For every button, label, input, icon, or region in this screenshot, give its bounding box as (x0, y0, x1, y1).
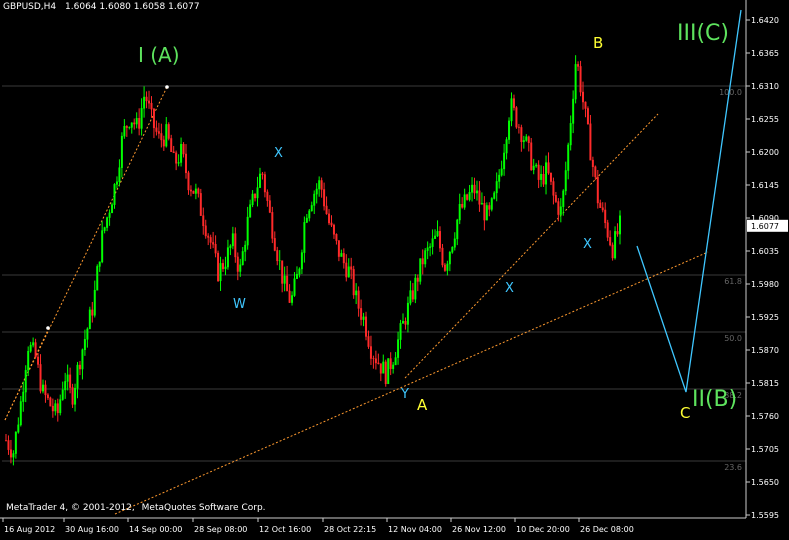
current-price-label: 1.6077 (751, 222, 779, 231)
wave-label: X (583, 237, 592, 252)
time-tick-label: 26 Nov 12:00 (452, 525, 506, 534)
copyright-prefix: MetaTrader 4, © 2001-2012, (6, 503, 135, 513)
fib-label: 23.6 (724, 463, 742, 472)
fib-label: 61.8 (724, 277, 742, 286)
fib-label: 50.0 (724, 334, 742, 343)
swing-high-marker (165, 85, 169, 89)
support-trend-line (114, 251, 709, 515)
time-tick-label: 14 Sep 00:00 (129, 525, 182, 534)
grid: 100.061.850.038.223.6 (2, 85, 746, 472)
time-tick-label: 26 Dec 08:00 (580, 525, 634, 534)
price-tick-label: 1.6365 (751, 49, 779, 58)
price-tick-label: 1.6310 (751, 82, 779, 91)
price-tick-label: 1.5980 (751, 280, 779, 289)
wave-label: C (680, 404, 690, 422)
wave-label: Y (400, 387, 409, 402)
symbol-header: GBPUSD,H4 1.6064 1.6080 1.6058 1.6077 (3, 2, 200, 12)
copyright-text: MetaTrader 4, © 2001-2012, MetaQuotes So… (6, 503, 266, 513)
fib-label: 100.0 (719, 88, 742, 97)
price-tick-label: 1.6255 (751, 115, 779, 124)
axes: 1.6420 1.6365 1.6310 1.6255 1.6200 1.6145 1.60… (0, 0, 788, 534)
candles (5, 55, 621, 466)
price-tick-label: 1.6035 (751, 247, 779, 256)
swing-low-marker (46, 326, 50, 330)
wave-label: I (A) (138, 43, 180, 67)
time-tick-label: 28 Oct 22:15 (324, 525, 376, 534)
time-tick-label: 10 Dec 20:00 (516, 525, 570, 534)
chart-window[interactable]: 100.0 61.8 50.0 38.2 23.6 I (A) W X Y X X A B C II(B)… (0, 0, 789, 540)
wave-label: X (274, 146, 283, 161)
price-tick-label: 1.5870 (751, 346, 779, 355)
time-tick-label: 30 Aug 16:00 (65, 525, 119, 534)
price-tick-label: 1.5595 (751, 511, 779, 520)
time-tick-label: 28 Sep 08:00 (194, 525, 247, 534)
price-chart[interactable]: 100.061.850.038.223.6 I (A)WXYXXABCII(B)… (0, 0, 789, 540)
time-tick-label: 12 Oct 16:00 (259, 525, 311, 534)
wave-label: II(B) (692, 387, 737, 412)
price-tick-label: 1.5815 (751, 379, 779, 388)
price-tick-label: 1.5925 (751, 313, 779, 322)
wave-label: W (233, 297, 246, 312)
fib-trend-line-a (4, 86, 168, 421)
time-tick-label: 12 Nov 04:00 (388, 525, 442, 534)
price-tick-label: 1.5760 (751, 412, 779, 421)
wave-label: III(C) (677, 21, 729, 46)
price-tick-label: 1.5650 (751, 478, 779, 487)
symbol-label: GBPUSD,H4 (3, 2, 57, 12)
wave-label: A (417, 396, 428, 414)
price-tick-label: 1.5705 (751, 445, 779, 454)
price-tick-label: 1.6200 (751, 148, 779, 157)
price-tick-label: 1.6145 (751, 181, 779, 190)
ohlc-values: 1.6064 1.6080 1.6058 1.6077 (65, 2, 200, 12)
wave-label: B (593, 34, 603, 52)
price-tick-label: 1.6420 (751, 16, 779, 25)
wave-label: X (505, 281, 514, 296)
copyright-label: MetaQuotes Software Corp. (141, 503, 266, 513)
time-tick-label: 16 Aug 2012 (4, 525, 55, 534)
